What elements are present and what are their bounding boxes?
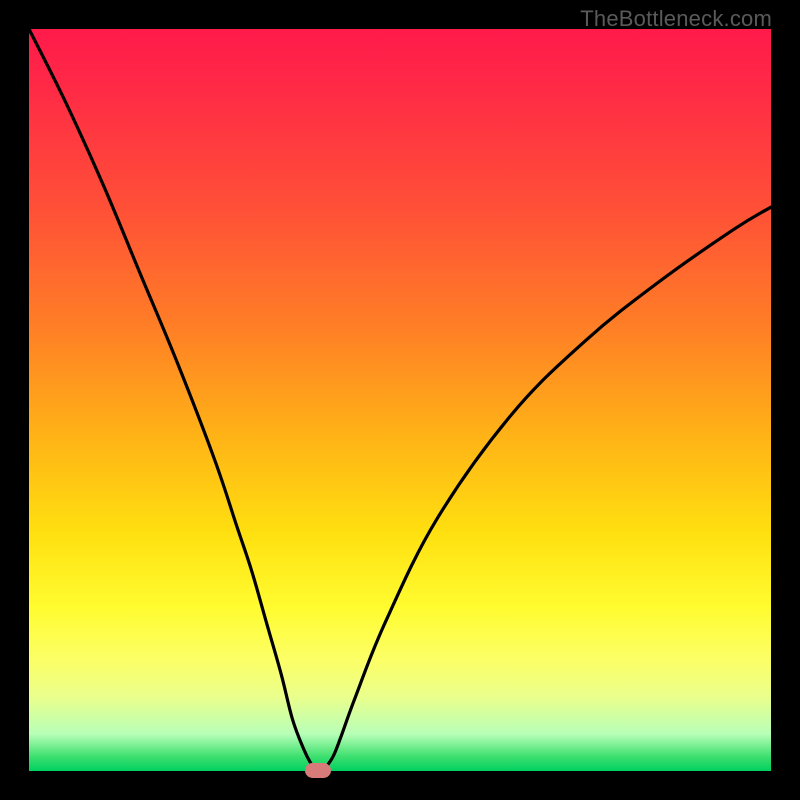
bottleneck-curve — [29, 29, 771, 771]
chart-frame: TheBottleneck.com — [0, 0, 800, 800]
watermark-text: TheBottleneck.com — [580, 6, 772, 32]
optimal-marker — [305, 763, 331, 778]
